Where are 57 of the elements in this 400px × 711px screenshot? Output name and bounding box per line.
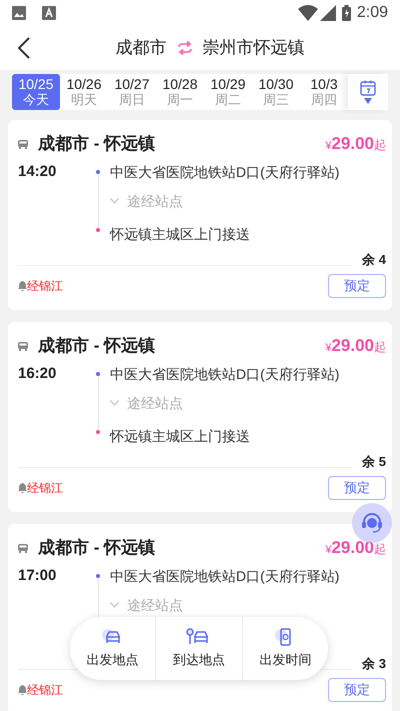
bus-icon [18,342,28,350]
departure-time: 16:20 [18,364,58,384]
chevron-down-icon [110,400,119,406]
date-tab[interactable]: 10/30 周三 [252,74,300,110]
filter-button[interactable]: 出发地点 [70,617,156,680]
chevron-down-icon [110,602,119,608]
route-note: 经锦江 [27,278,63,294]
origin-stop: 中医大省医院地铁站D口(天府行驿站) [110,163,340,182]
price: ¥29.00起 [325,133,386,155]
calendar-button[interactable] [348,74,388,110]
book-button[interactable]: 预定 [328,678,386,702]
departure-time: 14:20 [18,162,58,182]
signal-icon [320,5,336,21]
route-note: 经锦江 [27,480,63,496]
seats-left: 余 4 [362,251,386,269]
bell-icon [18,482,27,492]
date-tab[interactable]: 10/27 周日 [108,74,156,110]
trip-card[interactable]: 成都市 - 怀远镇 ¥29.00起 14:20 中医大省医院地铁站D口(天府行驿站) 途经站点 怀远镇主城区上门接送 余 4 经锦江 预定 [8,120,392,310]
filter-button[interactable]: 出发时间 [242,617,328,680]
battery-icon [342,5,351,21]
date-tab[interactable]: 10/25 今天 [12,74,60,110]
route-title: 成都市 - 怀远镇 [38,335,156,358]
route-note: 经锦江 [27,682,63,698]
chevron-down-icon [110,198,119,204]
price: ¥29.00起 [325,537,386,559]
route-title: 成都市 - 怀远镇 [38,537,156,560]
date-tab[interactable]: 10/29 周二 [204,74,252,110]
status-time: 2:09 [356,3,388,23]
seats-left: 余 3 [362,655,386,673]
bus-icon [18,544,28,552]
origin-city: 成都市 [116,37,166,60]
destination-stop: 怀远镇主城区上门接送 [110,226,250,242]
calendar-icon [360,80,376,96]
seats-left: 余 5 [362,453,386,471]
filter-button[interactable]: 到达地点 [155,617,242,680]
bell-icon [18,280,27,290]
bell-icon [18,684,27,694]
caret-icon [364,98,372,104]
wifi-icon [298,5,318,21]
swap-icon[interactable] [176,41,192,55]
route-title: 成都市 - 怀远镇 [38,133,156,156]
trip-card[interactable]: 成都市 - 怀远镇 ¥29.00起 16:20 中医大省医院地铁站D口(天府行驿站) 途经站点 怀远镇主城区上门接送 余 5 经锦江 预定 [8,322,392,512]
headset-icon [361,512,383,534]
price: ¥29.00起 [325,335,386,357]
origin-stop: 中医大省医院地铁站D口(天府行驿站) [110,365,340,384]
destination-stop: 怀远镇主城区上门接送 [110,428,250,444]
back-icon [18,37,30,59]
date-tab[interactable]: 10/26 明天 [60,74,108,110]
origin-stop: 中医大省医院地铁站D口(天府行驿站) [110,567,340,586]
date-tab[interactable]: 10/3 周四 [300,74,348,110]
destination-city: 崇州市怀远镇 [202,37,304,60]
date-tab[interactable]: 10/28 周一 [156,74,204,110]
book-button[interactable]: 预定 [328,274,386,298]
book-button[interactable]: 预定 [328,476,386,500]
image-icon [12,6,26,20]
bus-icon [18,140,28,148]
departure-time: 17:00 [18,566,58,586]
